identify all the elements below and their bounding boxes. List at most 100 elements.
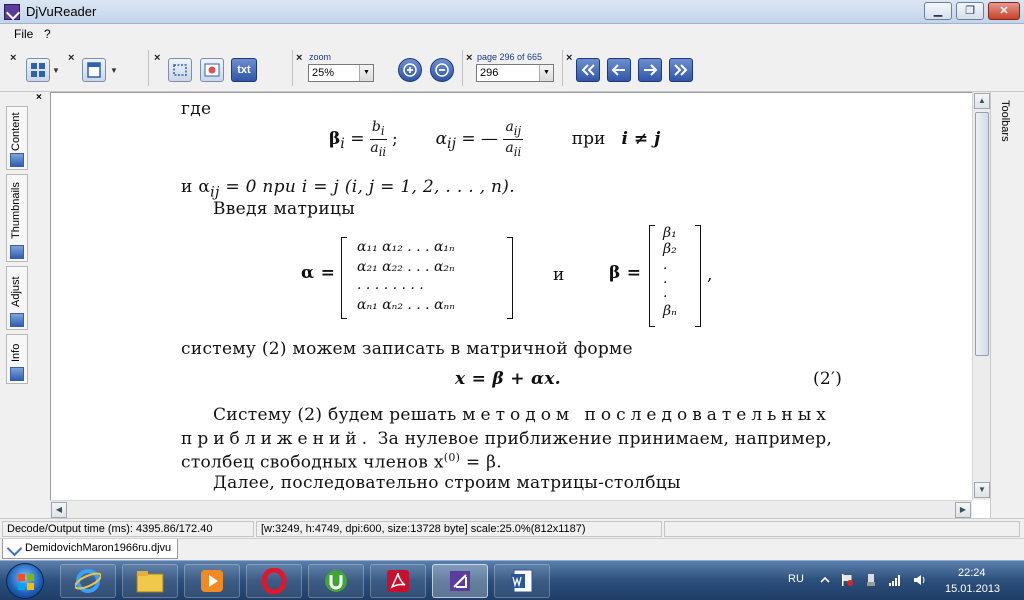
document-tab-label: DemidovichMaron1966ru.djvu <box>25 542 172 554</box>
taskbar-acrobat[interactable] <box>370 564 426 598</box>
subscript: i <box>380 123 385 138</box>
tab-adjust-label: Adjust <box>10 276 22 308</box>
layout-dropdown-arrow-icon[interactable]: ▼ <box>52 66 60 75</box>
toolbar-close-icon[interactable]: × <box>68 52 74 64</box>
zoom-select[interactable]: 25% ▼ <box>308 64 374 82</box>
scroll-down-arrow-icon[interactable]: ▼ <box>974 482 990 498</box>
select-text-button[interactable]: txt <box>231 58 257 82</box>
equation-beta-alpha: βi = bi aii ; αij = — aij aii при i ≠ j <box>329 119 661 159</box>
djvu-page: где βi = bi aii ; αij = — aij aii при i … <box>51 93 971 503</box>
zoom-in-icon <box>403 63 417 77</box>
toolbar-separator <box>148 50 149 86</box>
scroll-right-arrow-icon[interactable]: ▶ <box>955 502 971 518</box>
taskbar-opera[interactable] <box>246 564 302 598</box>
bracket-left <box>341 237 347 319</box>
page-view-button[interactable] <box>82 58 106 82</box>
zoom-in-button[interactable] <box>398 58 422 82</box>
tab-thumbnails[interactable]: Thumbnails <box>6 174 28 262</box>
horizontal-scrollbar[interactable]: ◀ ▶ <box>50 500 972 518</box>
windows-taskbar: RU 22:24 15.01.2013 <box>0 560 1024 600</box>
taskbar-internet-explorer[interactable] <box>60 564 116 598</box>
toolbar-close-icon[interactable]: × <box>566 52 572 64</box>
text-fragment: = β. <box>460 452 503 473</box>
taskbar-utorrent[interactable] <box>308 564 364 598</box>
scrollbar-thumb[interactable] <box>975 112 989 356</box>
adjust-icon <box>10 313 24 327</box>
language-indicator[interactable]: RU <box>788 573 804 585</box>
status-bar: Decode/Output time (ms): 4395.86/172.40 … <box>0 518 1024 538</box>
document-tab[interactable]: DemidovichMaron1966ru.djvu <box>2 539 178 559</box>
clock-time[interactable]: 22:24 <box>958 567 986 579</box>
bracket-right <box>695 225 701 327</box>
tab-info[interactable]: Info <box>6 334 28 384</box>
select-area-button[interactable] <box>168 58 192 82</box>
text-line: и αij = 0 при i = j (i, j = 1, 2, . . . … <box>181 177 515 200</box>
zoom-label: zoom <box>309 52 332 62</box>
toolbar-close-icon[interactable]: × <box>296 52 302 64</box>
numerator: b <box>371 119 381 135</box>
action-center-flag-icon[interactable] <box>840 573 854 587</box>
taskbar-file-explorer[interactable] <box>122 564 178 598</box>
start-button[interactable] <box>6 563 44 599</box>
zoom-value: 25% <box>312 67 335 79</box>
subscript: ij <box>210 184 220 201</box>
toolbar-close-icon[interactable]: × <box>154 52 160 64</box>
tab-content[interactable]: Content <box>6 106 28 170</box>
document-view[interactable]: где βi = bi aii ; αij = — aij aii при i … <box>50 92 990 518</box>
denominator: a <box>370 139 379 156</box>
zoom-dropdown-arrow-icon[interactable]: ▼ <box>359 65 373 81</box>
page-icon <box>87 62 101 78</box>
matrix-row: . <box>663 285 668 301</box>
denominator: a <box>505 139 514 156</box>
tab-content-label: Content <box>10 112 22 152</box>
minimize-button[interactable]: ▁ <box>924 2 952 20</box>
page-number-value: 296 <box>480 67 499 79</box>
scroll-up-arrow-icon[interactable]: ▲ <box>974 93 990 109</box>
show-hidden-icons-icon[interactable] <box>818 573 832 587</box>
double-right-arrow-icon <box>674 64 688 76</box>
zoom-out-button[interactable] <box>430 58 454 82</box>
page-dropdown-arrow-icon[interactable]: ▼ <box>539 65 553 81</box>
text-fragment: столбец свободных членов x <box>181 452 444 473</box>
window-title: DjVuReader <box>26 4 97 19</box>
menu-help[interactable]: ? <box>44 27 51 41</box>
vertical-scrollbar[interactable]: ▲ ▼ <box>972 92 990 500</box>
status-empty <box>664 521 1020 537</box>
menu-file[interactable]: File <box>14 27 33 41</box>
text-line: Систему (2) будем решать методом последо… <box>213 405 831 425</box>
select-image-button[interactable] <box>200 58 224 82</box>
volume-icon[interactable] <box>912 573 926 587</box>
tab-thumbnails-label: Thumbnails <box>10 182 22 240</box>
page-number-select[interactable]: 296 ▼ <box>476 64 554 82</box>
matrix-row: βₙ <box>663 303 677 319</box>
layout-mode-button[interactable] <box>26 58 50 82</box>
next-page-button[interactable] <box>638 58 662 82</box>
layout-grid-icon <box>31 63 45 77</box>
taskbar-media-player[interactable] <box>184 564 240 598</box>
toolbar-close-icon[interactable]: × <box>466 52 472 64</box>
maximize-button[interactable]: ❐ <box>956 2 984 20</box>
toolbar-close-icon[interactable]: × <box>10 52 16 64</box>
word-icon <box>511 569 533 593</box>
status-page-info: [w:3249, h:4749, dpi:600, size:13728 byt… <box>256 521 662 537</box>
first-page-button[interactable] <box>576 58 600 82</box>
text-line: приближений. За нулевое приближение прин… <box>181 429 832 449</box>
toolbars-panel[interactable]: Toolbars <box>990 92 1024 518</box>
right-arrow-icon <box>644 64 658 76</box>
document-tab-strip: DemidovichMaron1966ru.djvu <box>0 538 1024 560</box>
close-button[interactable]: ✕ <box>988 2 1020 20</box>
clock-date[interactable]: 15.01.2013 <box>945 583 1000 595</box>
last-page-button[interactable] <box>669 58 693 82</box>
safely-remove-hardware-icon[interactable] <box>864 573 878 587</box>
previous-page-button[interactable] <box>607 58 631 82</box>
page-view-dropdown-arrow-icon[interactable]: ▼ <box>110 66 118 75</box>
side-panel-close-icon[interactable]: × <box>36 92 42 103</box>
taskbar-djvureader[interactable] <box>432 564 488 598</box>
folder-icon <box>136 571 164 593</box>
subscript: ij <box>447 136 456 153</box>
opera-icon <box>261 568 287 594</box>
network-signal-icon[interactable] <box>888 573 902 587</box>
taskbar-word[interactable] <box>494 564 550 598</box>
scroll-left-arrow-icon[interactable]: ◀ <box>51 502 67 518</box>
tab-adjust[interactable]: Adjust <box>6 266 28 330</box>
